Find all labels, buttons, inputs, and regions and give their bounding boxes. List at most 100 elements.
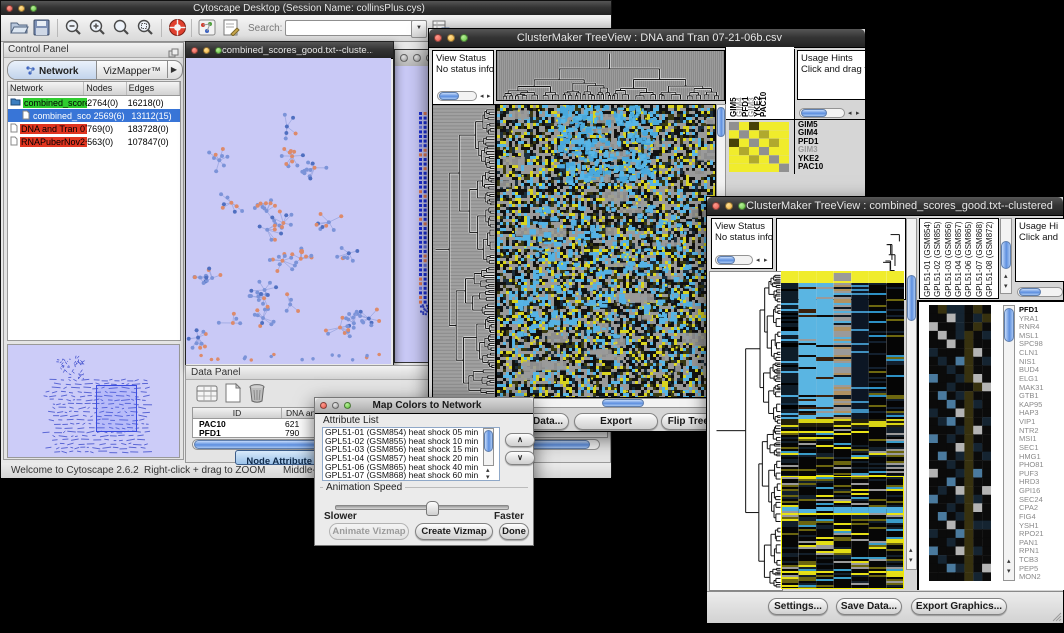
main-heatmap[interactable] xyxy=(496,104,716,398)
zoom-vscrollbar[interactable]: ▴ ▾ xyxy=(1003,305,1015,581)
move-down-button[interactable]: ∨ xyxy=(505,451,535,465)
scroll-down-icon[interactable]: ▾ xyxy=(1004,283,1008,290)
column-header-id[interactable]: ID xyxy=(193,408,282,418)
scroll-up-icon[interactable]: ▴ xyxy=(909,547,913,554)
zoom-button[interactable] xyxy=(738,202,746,210)
row-label[interactable]: PAC10 xyxy=(798,163,823,171)
zoom-button[interactable] xyxy=(30,5,37,12)
scroll-down-icon[interactable]: ▾ xyxy=(909,557,913,564)
scroll-down-icon[interactable]: ▾ xyxy=(1007,568,1011,575)
search-dropdown-icon[interactable]: ▼ xyxy=(411,20,427,38)
minimize-button[interactable] xyxy=(413,54,421,62)
zoom-selected-icon[interactable] xyxy=(136,19,155,42)
attribute-item[interactable]: GPL51-07 (GSM868) heat shock 60 min xyxy=(323,471,499,480)
network-row[interactable]: combined_scores2764(0)16218(0) xyxy=(8,96,180,109)
minimize-button[interactable] xyxy=(725,202,733,210)
resize-grip-icon[interactable] xyxy=(1050,610,1062,622)
column-label[interactable]: GPL51-06 (GSM865) xyxy=(964,221,973,297)
minimize-button[interactable] xyxy=(18,5,25,12)
scroll-up-icon[interactable]: ▴ xyxy=(1004,273,1008,280)
zoom-button[interactable] xyxy=(215,47,222,54)
save-icon[interactable] xyxy=(33,19,50,41)
row-label[interactable]: GIM3 xyxy=(798,146,818,154)
network-row[interactable]: combined_sco2569(6)13112(15) xyxy=(8,109,180,122)
network-row[interactable]: RNAPuberNov2+|563(0)107847(0) xyxy=(8,135,180,148)
tab-network[interactable]: Network xyxy=(8,61,97,79)
scroll-left-icon[interactable]: ◂ xyxy=(480,93,484,100)
zoom-heatmap[interactable] xyxy=(929,305,991,581)
close-button[interactable] xyxy=(6,5,13,12)
close-button[interactable] xyxy=(712,202,720,210)
usage-hints-hscrollbar[interactable] xyxy=(1017,287,1063,297)
main-heatmap[interactable] xyxy=(781,271,904,589)
close-button[interactable] xyxy=(191,47,198,54)
treeview-combined-titlebar[interactable]: ClusterMaker TreeView : combined_scores_… xyxy=(707,197,1063,216)
create-vizmap-button[interactable]: Create Vizmap xyxy=(415,523,493,540)
similarity-matrix-heatmap[interactable] xyxy=(729,122,789,172)
gene-label[interactable]: MON2 xyxy=(1019,572,1041,581)
open-file-icon[interactable] xyxy=(9,19,29,41)
scroll-right-icon[interactable]: ▸ xyxy=(764,257,768,264)
birdseye-view[interactable] xyxy=(7,344,180,458)
zoom-in-icon[interactable] xyxy=(88,19,107,42)
column-label[interactable]: PAC10 xyxy=(759,92,768,117)
network-view-1-titlebar[interactable]: combined_scores_good.txt--cluste... xyxy=(186,42,393,59)
column-label[interactable]: GPL51-02 (GSM855) xyxy=(933,221,942,297)
slider-thumb[interactable] xyxy=(426,501,439,516)
tab-overflow-arrow[interactable]: ▶ xyxy=(167,61,180,78)
treeview-button[interactable]: Save Data... xyxy=(836,598,902,615)
close-button[interactable] xyxy=(320,402,327,409)
column-label[interactable]: GPL51-07 (GSM868) xyxy=(975,221,984,297)
view-status-hscrollbar[interactable] xyxy=(437,91,477,101)
treeview-dna-titlebar[interactable]: ClusterMaker TreeView : DNA and Tran 07-… xyxy=(429,29,865,48)
attribute-list-vscrollbar[interactable] xyxy=(483,428,494,466)
scroll-down-icon[interactable]: ▾ xyxy=(486,474,490,481)
animation-speed-slider[interactable] xyxy=(335,505,509,510)
column-header[interactable]: Network xyxy=(8,82,84,95)
treeview-button[interactable]: Settings... xyxy=(768,598,828,615)
column-dendrogram[interactable] xyxy=(496,50,725,101)
view-status-hscrollbar[interactable] xyxy=(715,255,753,265)
minimize-button[interactable] xyxy=(447,34,455,42)
column-label[interactable]: GPL51-08 (GSM872) xyxy=(985,221,994,297)
vizmapper-icon[interactable] xyxy=(198,19,216,41)
main-vscrollbar[interactable]: ▴ ▾ xyxy=(906,218,917,570)
scroll-up-icon[interactable]: ▴ xyxy=(486,467,490,474)
column-label[interactable]: GPL51-01 (GSM854) xyxy=(923,221,932,297)
zoom-fit-icon[interactable] xyxy=(112,19,131,42)
annotation-icon[interactable] xyxy=(222,19,240,41)
column-label[interactable]: GPL51-03 (GSM856) xyxy=(944,221,953,297)
attribute-list[interactable]: GPL51-01 (GSM854) heat shock 05 minGPL51… xyxy=(322,427,500,481)
tab-vizmapper[interactable]: VizMapper™ xyxy=(97,61,167,79)
minimize-button[interactable] xyxy=(203,47,210,54)
zoom-button[interactable] xyxy=(344,402,351,409)
row-dendrogram[interactable] xyxy=(709,271,783,591)
scroll-right-icon[interactable]: ▸ xyxy=(856,110,860,117)
dialog-titlebar[interactable]: Map Colors to Network xyxy=(315,398,533,414)
treeview-button[interactable]: Export Graphics... xyxy=(574,413,658,430)
help-lifebuoy-icon[interactable] xyxy=(168,18,187,42)
close-button[interactable] xyxy=(434,34,442,42)
select-attributes-icon[interactable] xyxy=(196,384,218,408)
scroll-up-icon[interactable]: ▴ xyxy=(1007,558,1011,565)
network-row[interactable]: DNA and Tran 07769(0)183728(0) xyxy=(8,122,180,135)
scroll-right-icon[interactable]: ▸ xyxy=(487,93,491,100)
new-attribute-icon[interactable] xyxy=(224,383,242,408)
search-input[interactable] xyxy=(285,20,413,36)
minimize-button[interactable] xyxy=(332,402,339,409)
column-header[interactable]: Edges xyxy=(127,82,180,95)
usage-hints-hscrollbar[interactable] xyxy=(799,108,845,118)
row-dendrogram[interactable] xyxy=(432,104,496,398)
scroll-left-icon[interactable]: ◂ xyxy=(756,257,760,264)
done-button[interactable]: Done xyxy=(499,523,529,540)
zoom-button[interactable] xyxy=(460,34,468,42)
treeview-button[interactable]: Export Graphics... xyxy=(911,598,1007,615)
close-button[interactable] xyxy=(400,54,408,62)
column-label[interactable]: GPL51-04 (GSM857) xyxy=(954,221,963,297)
scroll-left-icon[interactable]: ◂ xyxy=(848,110,852,117)
zoom-out-icon[interactable] xyxy=(64,19,83,42)
delete-attribute-icon[interactable] xyxy=(248,383,266,408)
main-titlebar[interactable]: Cytoscape Desktop (Session Name: collins… xyxy=(1,1,611,16)
column-header[interactable]: Nodes xyxy=(84,82,126,95)
network-canvas[interactable] xyxy=(186,58,391,364)
